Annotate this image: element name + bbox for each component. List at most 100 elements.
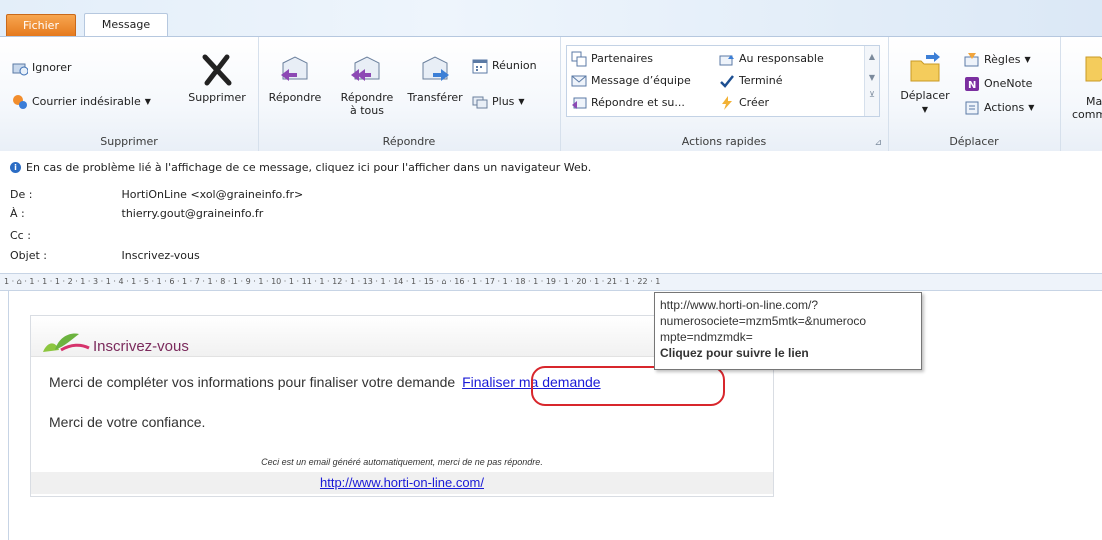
more-label: Plus [492, 95, 515, 108]
quick-step-partners[interactable]: Partenaires [571, 48, 653, 70]
quick-step-done[interactable]: Terminé [719, 70, 782, 92]
ruler[interactable]: 1 · ⌂ · 1 · 1 · 1 · 2 · 1 · 3 · 1 · 4 · … [0, 273, 1102, 291]
quick-steps-gallery: Partenaires Message d’équipe Répondre et… [566, 45, 880, 117]
body-left-edge [8, 290, 9, 540]
ribbon: Ignorer Courrier indésirable ▼ Supprimer… [0, 36, 1102, 152]
delete-button[interactable]: Supprimer [186, 53, 248, 104]
group-label-repondre: Répondre [382, 135, 436, 148]
reply-all-icon [351, 56, 380, 81]
reply-icon [281, 56, 308, 81]
reply-all-button[interactable]: Répondre à tous [334, 53, 400, 117]
quick-step-label: Terminé [739, 74, 783, 87]
lightning-icon [722, 96, 732, 110]
tab-message[interactable]: Message [84, 13, 168, 37]
scroll-up-icon[interactable]: ▲ [865, 52, 879, 61]
group-label-supprimer: Supprimer [100, 135, 158, 148]
ignore-button[interactable]: Ignorer [12, 57, 72, 79]
link-tooltip: http://www.horti-on-line.com/? numerosoc… [654, 292, 922, 370]
group-label-deplacer: Déplacer [949, 135, 999, 148]
folder-move-icon [910, 52, 940, 82]
from-value[interactable]: HortiOnLine <xol@graineinfo.fr> [122, 188, 304, 201]
forward-icon [422, 56, 449, 81]
team-mail-icon [571, 75, 587, 87]
reply-all-label-2: à tous [350, 104, 384, 117]
check-icon [720, 75, 734, 88]
to-row: À : thierry.gout@graineinfo.fr [10, 205, 263, 223]
quick-steps-scrollbar[interactable]: ▲ ▼ ⊻ [864, 46, 879, 116]
meeting-label: Réunion [492, 59, 537, 72]
expand-gallery-icon[interactable]: ⊻ [865, 90, 879, 99]
group-deplacer: Déplacer ▼ Règles ▼ N OneNote Actions ▼ … [888, 37, 1061, 151]
info-icon: i [10, 162, 21, 173]
to-value[interactable]: thierry.gout@graineinfo.fr [122, 207, 264, 220]
info-notice[interactable]: i En cas de problème lié à l'affichage d… [10, 161, 591, 174]
from-row: De : HortiOnLine <xol@graineinfo.fr> [10, 186, 303, 204]
junk-mail-icon [13, 95, 27, 109]
quick-step-label: Répondre et su... [591, 96, 685, 109]
move-button[interactable]: Déplacer ▼ [898, 51, 952, 116]
body-line-1-text: Merci de compléter vos informations pour… [49, 374, 456, 390]
group-supprimer: Ignorer Courrier indésirable ▼ Supprimer… [0, 37, 259, 151]
tag-icon [1085, 56, 1102, 82]
site-link[interactable]: http://www.horti-on-line.com/ [320, 475, 484, 490]
quick-step-reply-delete[interactable]: Répondre et su... [571, 92, 685, 114]
auto-note: Ceci est un email généré automatiquement… [261, 457, 543, 467]
quick-step-label: Au responsable [739, 52, 824, 65]
onenote-icon: N [965, 77, 979, 91]
tab-file[interactable]: Fichier [6, 14, 76, 36]
actions-label: Actions [984, 101, 1025, 114]
scroll-down-icon[interactable]: ▼ [865, 73, 879, 82]
chevron-down-icon: ▼ [1024, 55, 1031, 64]
reply-all-label-1: Répondre [340, 91, 394, 104]
svg-text:N: N [968, 80, 976, 91]
chevron-down-icon: ▼ [518, 97, 525, 106]
group-cutoff: Ma comm [1062, 37, 1102, 151]
group-label-quick-steps: Actions rapides [681, 135, 767, 148]
cutoff-label-2: comm [1072, 108, 1102, 121]
title-bar: Fichier Message [0, 0, 1102, 37]
quick-step-manager[interactable]: Au responsable [719, 48, 824, 70]
rules-icon [964, 53, 979, 67]
to-label: À : [10, 207, 25, 220]
forward-label: Transférer [407, 91, 463, 104]
quick-step-create[interactable]: Créer [719, 92, 769, 114]
chevron-down-icon: ▼ [1028, 103, 1035, 112]
tooltip-line-2: numerosociete=mzm5mtk=&numeroco [660, 314, 867, 328]
cc-row: Cc : [10, 227, 118, 245]
more-icon [472, 96, 488, 109]
more-button[interactable]: Plus ▼ [472, 91, 525, 113]
group-repondre: Répondre Répondre à tous Transférer Réun… [258, 37, 561, 151]
tooltip-line-3: mpte=ndmzmdk= [660, 330, 753, 344]
junk-button[interactable]: Courrier indésirable ▼ [12, 91, 151, 113]
actions-icon [965, 101, 979, 115]
message-header: i En cas de problème lié à l'affichage d… [0, 151, 1102, 283]
reply-button[interactable]: Répondre [264, 53, 326, 104]
delete-label: Supprimer [188, 91, 246, 104]
junk-label: Courrier indésirable [32, 95, 141, 108]
forward-button[interactable]: Transférer [402, 53, 468, 104]
quick-step-label: Message d’équipe [591, 74, 691, 87]
calendar-icon [472, 59, 488, 74]
subject-label: Objet : [10, 249, 47, 262]
leaf-logo-icon [43, 333, 90, 352]
subject-value: Inscrivez-vous [121, 249, 200, 262]
quick-step-label: Créer [739, 96, 770, 109]
onenote-button[interactable]: N OneNote [964, 73, 1032, 95]
quick-step-label: Partenaires [591, 52, 654, 65]
from-label: De : [10, 188, 33, 201]
tooltip-line-4: Cliquez pour suivre le lien [660, 346, 809, 360]
ignore-label: Ignorer [32, 61, 72, 74]
cutoff-label: Ma comm [1072, 95, 1102, 121]
body-line-2: Merci de votre confiance. [49, 414, 206, 430]
ruler-scale: 1 · ⌂ · 1 · 1 · 1 · 2 · 1 · 3 · 1 · 4 · … [4, 277, 661, 286]
onenote-label: OneNote [984, 77, 1033, 90]
body-line-1: Merci de compléter vos informations pour… [49, 374, 601, 390]
brand-name: Inscrivez-vous [93, 338, 189, 355]
rules-button[interactable]: Règles ▼ [964, 49, 1031, 71]
actions-button[interactable]: Actions ▼ [964, 97, 1034, 119]
highlight-circle [531, 366, 725, 406]
quick-step-team[interactable]: Message d’équipe [571, 70, 691, 92]
partners-icon [571, 51, 587, 67]
chevron-down-icon: ▼ [921, 105, 929, 114]
meeting-button[interactable]: Réunion [472, 55, 537, 77]
